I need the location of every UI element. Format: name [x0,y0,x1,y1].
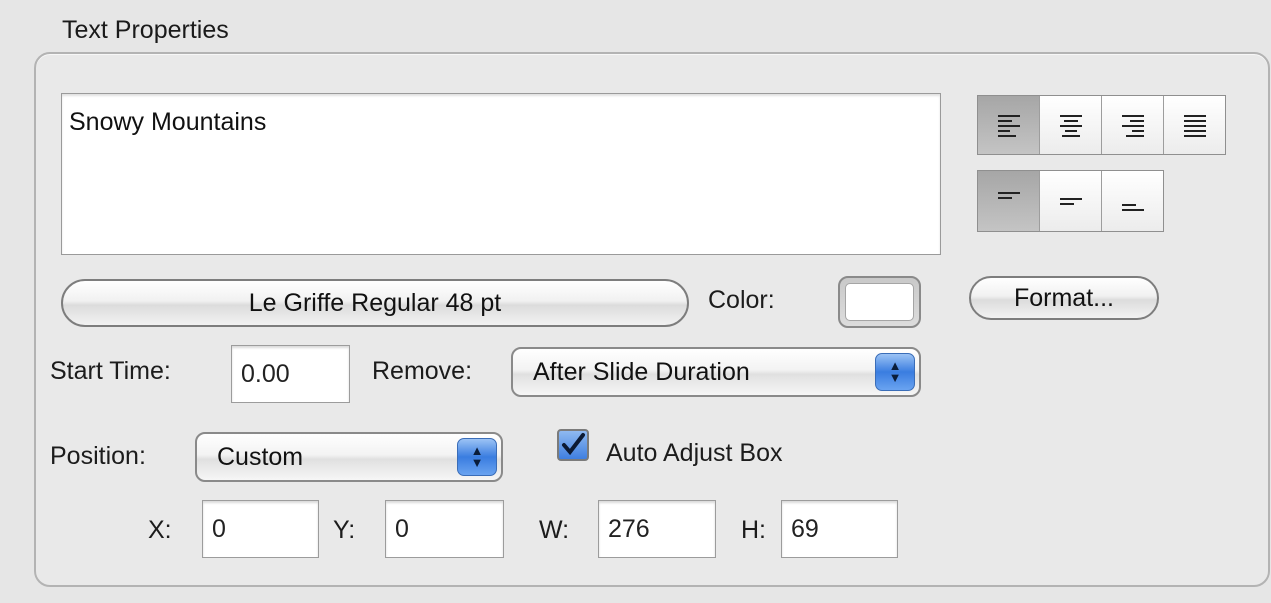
align-right-button[interactable] [1102,96,1164,154]
text-input-area[interactable]: Snowy Mountains [61,93,941,255]
auto-adjust-checkbox[interactable] [557,429,589,461]
start-time-label: Start Time: [50,357,171,385]
position-popup[interactable]: Custom ▲ ▼ [195,432,503,482]
color-well[interactable] [838,276,921,328]
align-left-icon [997,115,1020,137]
align-middle-button[interactable] [1040,171,1102,231]
y-label: Y: [333,516,356,544]
x-field[interactable]: 0 [202,500,319,558]
position-label: Position: [50,442,146,470]
w-label: W: [539,516,570,544]
remove-popup-value: After Slide Duration [533,357,750,386]
align-middle-icon [1059,198,1082,205]
align-justify-icon [1183,115,1206,137]
auto-adjust-label: Auto Adjust Box [606,439,783,467]
align-center-button[interactable] [1040,96,1102,154]
color-swatch [845,283,914,321]
align-left-button[interactable] [978,96,1040,154]
w-field[interactable]: 276 [598,500,716,558]
remove-popup[interactable]: After Slide Duration ▲ ▼ [511,347,921,397]
align-center-icon [1059,115,1082,137]
align-bottom-icon [1121,204,1144,211]
horizontal-alignment-control [977,95,1226,155]
format-button[interactable]: Format... [969,276,1159,320]
h-label: H: [741,516,766,544]
color-label: Color: [708,286,775,314]
start-time-field[interactable]: 0.00 [231,345,350,403]
vertical-alignment-control [977,170,1164,232]
checkmark-icon [562,433,585,456]
h-field[interactable]: 69 [781,500,898,558]
align-top-icon [997,192,1020,199]
group-title: Text Properties [62,16,229,44]
popup-arrows-icon: ▲ ▼ [457,438,497,476]
align-justify-button[interactable] [1164,96,1225,154]
align-bottom-button[interactable] [1102,171,1163,231]
x-label: X: [148,516,172,544]
y-field[interactable]: 0 [385,500,504,558]
align-right-icon [1121,115,1144,137]
align-top-button[interactable] [978,171,1040,231]
remove-label: Remove: [372,357,473,385]
position-popup-value: Custom [217,442,304,471]
font-button[interactable]: Le Griffe Regular 48 pt [61,279,689,327]
popup-arrows-icon: ▲ ▼ [875,353,915,391]
